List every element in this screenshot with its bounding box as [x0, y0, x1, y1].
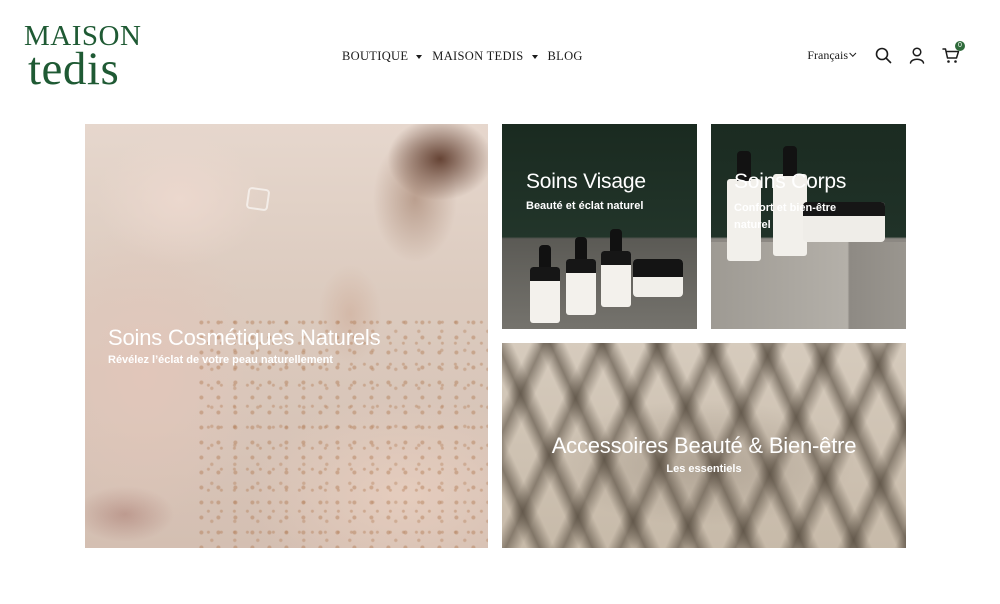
tile-title: Accessoires Beauté & Bien-être [551, 433, 857, 458]
product-bottle-image [601, 229, 631, 307]
search-button[interactable] [870, 42, 896, 68]
earring-image-detail [245, 186, 271, 212]
tile-accessoires[interactable]: Accessoires Beauté & Bien-être Les essen… [502, 343, 906, 548]
cart-button[interactable]: 0 [938, 41, 965, 68]
tile-subtitle: Révélez l’éclat de votre peau naturellem… [108, 354, 333, 366]
tile-soins-corps[interactable]: Soins Corps Confort et bien-être naturel [711, 124, 906, 329]
nav-item-blog[interactable]: BLOG [548, 49, 583, 64]
brand-logo[interactable]: MAISON tedis [24, 20, 154, 95]
main-nav: BOUTIQUE MAISON TEDIS BLOG [342, 47, 583, 65]
chevron-down-icon [849, 49, 857, 57]
product-bottle-image [530, 245, 560, 323]
tile-soins-visage[interactable]: Soins Visage Beauté et éclat naturel [502, 124, 697, 329]
tile-title: Soins Corps [734, 170, 847, 193]
nav-label: MAISON TEDIS [432, 48, 524, 63]
tile-soins-cosmetiques[interactable]: Soins Cosmétiques Naturels Révélez l’écl… [85, 124, 488, 548]
caret-down-icon [531, 55, 538, 59]
tile-subtitle: Beauté et éclat naturel [526, 200, 644, 212]
product-jar-image [633, 259, 683, 297]
tile-title: Soins Visage [526, 170, 646, 193]
cart-count-badge: 0 [955, 41, 965, 51]
account-button[interactable] [904, 42, 930, 68]
tile-title: Soins Cosmétiques Naturels [108, 325, 381, 350]
search-icon [875, 47, 891, 63]
caret-down-icon [416, 55, 423, 59]
account-icon [909, 46, 925, 64]
tile-subtitle: Les essentiels [666, 463, 742, 475]
header-utilities: Français 0 [807, 41, 965, 68]
language-selector[interactable]: Français [807, 47, 857, 63]
nav-item-boutique[interactable]: BOUTIQUE [342, 49, 432, 64]
nav-item-maison-tedis[interactable]: MAISON TEDIS [432, 49, 547, 64]
product-bottle-image [566, 237, 596, 315]
skin-texture [198, 318, 488, 548]
language-label: Français [807, 47, 848, 62]
logo-bottom-text: tedis [28, 43, 120, 95]
site-header: MAISON tedis BOUTIQUE MAISON TEDIS BLOG … [0, 0, 1000, 110]
tile-subtitle: Confort et bien-être naturel [734, 202, 837, 231]
nav-label: BOUTIQUE [342, 48, 409, 63]
nav-label: BLOG [547, 48, 583, 63]
